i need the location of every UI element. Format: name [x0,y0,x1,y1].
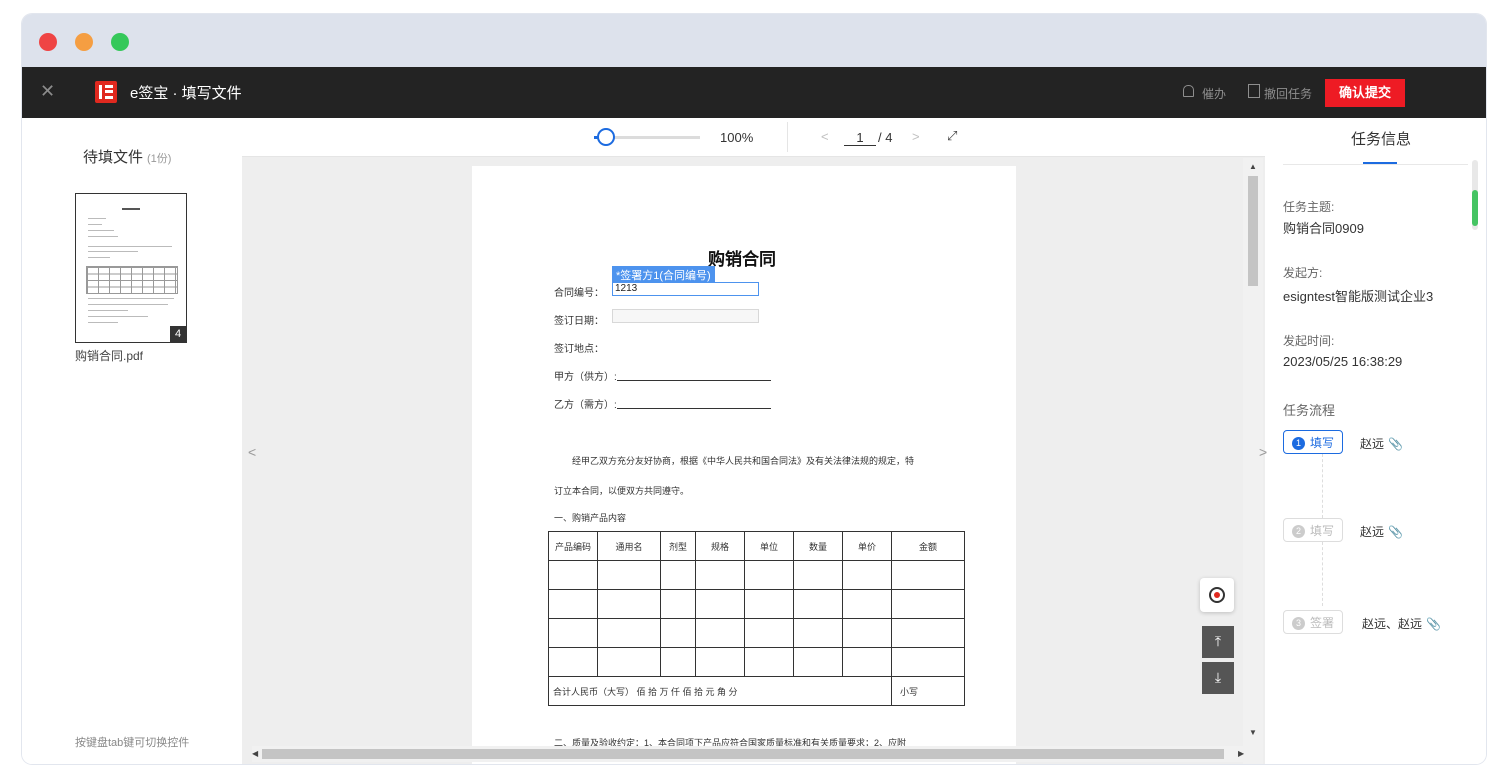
table-row [548,618,965,648]
horizontal-scrollbar[interactable]: ◀ ▶ [252,746,1247,762]
flow-step-2[interactable]: 2 填写 [1283,518,1344,542]
zoom-slider-handle[interactable] [597,128,615,146]
document-title: 购销合同 [708,250,776,269]
vertical-scrollbar[interactable]: ▲ ▼ [1243,158,1263,764]
subject-label: 任务主题: [1283,200,1335,214]
file-name[interactable]: 购销合同.pdf [75,347,143,364]
collapse-right-icon[interactable]: > [1259,444,1267,460]
initiator-value: esigntest智能版测试企业3 [1283,289,1434,304]
prev-page-icon[interactable]: < [821,129,829,144]
bell-icon[interactable] [1183,85,1194,97]
paragraph-2: 订立本合同，以便双方共同遵守。 [554,486,690,496]
to-bottom-icon[interactable]: ⤓ [1202,662,1234,694]
close-window-button[interactable] [39,33,57,51]
paperclip-icon[interactable]: 📎 [1426,617,1441,631]
sign-date-field[interactable] [612,309,759,323]
minimize-window-button[interactable] [75,33,93,51]
table-row [548,647,965,677]
step-assignee-name: 赵远、赵远 [1362,617,1423,631]
app-title: e签宝 · 填写文件 [130,85,242,102]
contract-no-field[interactable]: 1213 [612,282,759,296]
step-number: 1 [1292,437,1305,451]
paperclip-icon[interactable]: 📎 [1388,437,1403,451]
next-page-icon[interactable]: > [912,129,920,144]
table-header: 产品编码 [548,531,598,561]
table-row [548,589,965,619]
keyboard-hint: 按键盘tab键可切换控件 [75,737,190,749]
expand-icon[interactable]: ⤢ [947,128,957,144]
table-header: 规格 [695,531,745,561]
maximize-window-button[interactable] [111,33,129,51]
table-total-row: 合计人民币（大写） 佰 拾 万 仟 佰 拾 元 角 分 小写 [548,676,965,706]
revoke-task-button[interactable]: 撤回任务 [1264,85,1312,102]
table-row [548,560,965,590]
step-assignee-name: 赵远 [1360,437,1385,451]
subject-value: 购销合同0909 [1283,221,1364,236]
flow-step-1[interactable]: 1 填写 [1283,430,1344,454]
document-page: 购销合同 *签署方1(合同编号) 合同编号： 1213 签订日期： 签订地点： … [472,166,1016,764]
step-action: 填写 [1310,524,1335,538]
submit-button[interactable]: 确认提交 [1325,79,1405,107]
table-header: 单位 [744,531,794,561]
party-b-label: 乙方（需方）: [554,400,617,411]
close-icon[interactable]: ✕ [40,81,55,102]
page-total: / 4 [878,130,893,145]
remind-button[interactable]: 催办 [1202,85,1226,102]
step-3-assignee: 赵远、赵远 📎 [1362,615,1441,632]
page-number-input[interactable]: 1 [844,130,876,146]
pending-count: (1份) [147,153,172,165]
step-1-assignee: 赵远 📎 [1360,435,1403,452]
flow-step-3[interactable]: 3 签署 [1283,610,1344,634]
sign-date-label: 签订日期： [554,316,604,327]
step-2-assignee: 赵远 📎 [1360,523,1403,540]
task-info-tab[interactable]: 任务信息 [1351,128,1411,149]
paperclip-icon[interactable]: 📎 [1388,525,1403,539]
window-titlebar [22,14,1486,67]
section-1-heading: 一、购销产品内容 [554,513,627,523]
app-window: ✕ e签宝 · 填写文件 催办 撤回任务 确认提交 待填文件 (1份) 4 购销合 [22,14,1486,764]
time-label: 发起时间: [1283,334,1335,348]
table-header: 通用名 [597,531,661,561]
collapse-left-icon[interactable]: < [248,444,256,460]
table-header: 单价 [842,531,892,561]
pending-label: 待填文件 [83,149,144,166]
locate-icon[interactable] [1200,578,1234,612]
party-a-label: 甲方（供方）: [554,372,617,383]
to-top-icon[interactable]: ⤒ [1202,626,1234,658]
logo-icon [95,81,117,103]
paragraph-1: 经甲乙双方充分友好协商，根据《中华人民共和国合同法》及有关法律法规的规定，特 [572,456,915,466]
step-action: 填写 [1310,436,1335,450]
total-small-label: 小写 [891,676,965,706]
time-value: 2023/05/25 16:38:29 [1283,354,1403,369]
contract-no-label: 合同编号： [554,288,604,299]
table-header: 剂型 [660,531,696,561]
page-count-badge: 4 [170,326,186,342]
task-info-panel: > 任务信息 任务主题: 购销合同0909 发起方: esigntest智能版测… [1259,118,1486,764]
table-header: 数量 [793,531,843,561]
file-list-panel: 待填文件 (1份) 4 购销合同.pdf 按键盘tab键可切换控件 [22,118,242,764]
file-thumbnail[interactable]: 4 [75,193,187,343]
initiator-label: 发起方: [1283,266,1323,280]
step-assignee-name: 赵远 [1360,525,1385,539]
sign-place-label: 签订地点： [554,344,604,355]
flow-label: 任务流程 [1283,403,1336,418]
table-header: 金额 [891,531,965,561]
panel-scrollbar[interactable] [1472,160,1478,230]
step-number: 2 [1292,525,1305,539]
product-table: 产品编码 通用名 剂型 规格 单位 数量 单价 金额 合计人民币（大写） 佰 拾… [548,531,965,706]
step-number: 3 [1292,617,1305,631]
revoke-icon[interactable] [1248,84,1260,98]
total-label: 合计人民币（大写） 佰 拾 万 仟 佰 拾 元 角 分 [548,676,892,706]
pending-files-heading: 待填文件 (1份) [83,146,171,167]
app-header: ✕ e签宝 · 填写文件 催办 撤回任务 确认提交 [22,67,1486,118]
step-action: 签署 [1310,616,1335,630]
viewer-toolbar: 100% < 1 / 4 > ⤢ [242,118,1265,157]
document-viewer: 100% < 1 / 4 > ⤢ 购销合同 *签署方1(合同编号) 合同编号： … [242,118,1265,764]
zoom-level: 100% [720,130,754,145]
